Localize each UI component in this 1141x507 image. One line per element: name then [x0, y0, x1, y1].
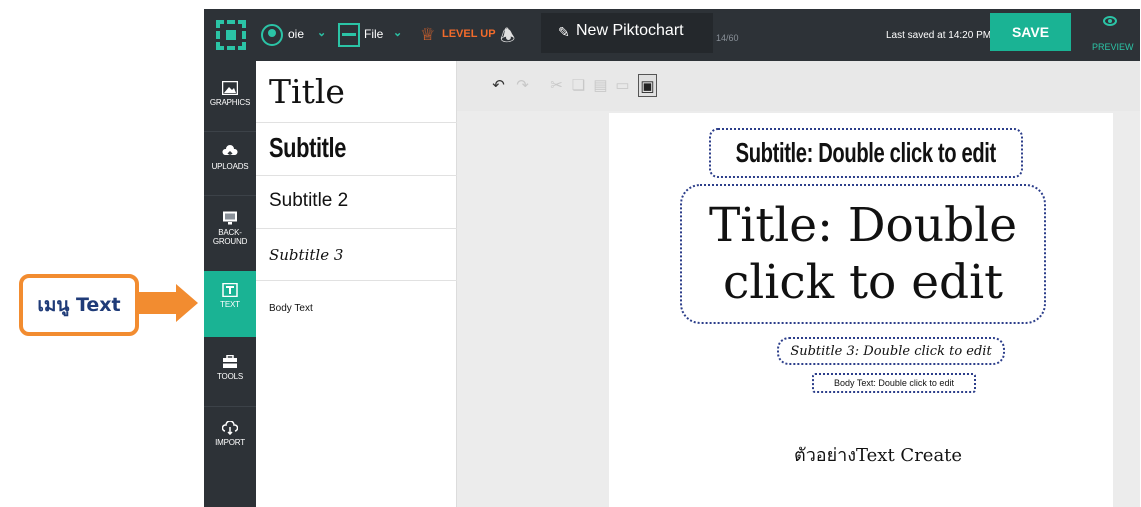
sidebar-item-label: TEXT	[220, 300, 240, 309]
piktochart-editor: oie ⌄ File ⌄ ♕ LEVEL UP 🕭 ✎ New Piktocha…	[204, 9, 1140, 507]
sidebar-divider	[204, 131, 256, 132]
edit-toolbar: ↶ ↷ ✂ ❏ ▤ ▭ ▣	[457, 61, 1140, 111]
logo-icon[interactable]	[216, 20, 246, 50]
sidebar: GRAPHICS UPLOADS BACK- GROUND TEXT TOOLS	[204, 61, 256, 507]
paste-icon[interactable]: ▤	[591, 74, 610, 97]
last-saved-status: Last saved at 14:20 PM	[886, 30, 992, 41]
example-caption: ตัวอย่างText Create	[794, 445, 963, 466]
annotation-arrow-icon	[176, 284, 198, 322]
text-style-body[interactable]: Body Text	[256, 281, 457, 321]
title-text-box[interactable]: Title: Double click to edit	[680, 184, 1046, 324]
copy-icon[interactable]: ❏	[569, 74, 588, 97]
sidebar-item-label: GROUND	[212, 237, 248, 246]
annotation-callout: เมนู Text	[19, 274, 139, 336]
document-title[interactable]: New Piktochart	[576, 22, 684, 40]
sidebar-item-label: BACK-	[218, 228, 242, 237]
text-style-subtitle-2[interactable]: Subtitle 2	[256, 176, 457, 229]
toolbox-icon	[223, 355, 237, 368]
cloud-upload-icon	[222, 145, 238, 158]
save-button[interactable]: SAVE	[990, 13, 1071, 51]
annotation-arrow-shaft	[139, 292, 177, 314]
subtitle-3-text: Subtitle 3: Double click to edit	[790, 343, 992, 359]
preview-button[interactable]: PREVIEW	[1092, 42, 1134, 52]
sidebar-divider	[204, 406, 256, 407]
align-icon[interactable]: ▣	[638, 74, 657, 97]
subtitle-3-text-box[interactable]: Subtitle 3: Double click to edit	[777, 337, 1005, 365]
sidebar-divider	[204, 195, 256, 196]
text-style-subtitle-3[interactable]: Subtitle 3	[256, 229, 457, 281]
user-name[interactable]: oie	[288, 27, 304, 41]
text-style-subtitle-label: Subtitle	[269, 132, 346, 163]
cloud-download-icon	[222, 421, 238, 435]
screenshot: เมนู Text oie ⌄ File ⌄ ♕ LEVEL UP 🕭 ✎ Ne…	[0, 0, 1141, 507]
monitor-icon	[223, 211, 237, 225]
chevron-down-icon[interactable]: ⌄	[393, 26, 402, 39]
body-text-box[interactable]: Body Text: Double click to edit	[812, 373, 976, 393]
subtitle-text-box[interactable]: Subtitle: Double click to edit	[709, 128, 1023, 178]
title-text-line: click to edit	[722, 255, 1004, 310]
sidebar-item-label: IMPORT	[215, 438, 245, 447]
text-style-title[interactable]: Title	[256, 61, 457, 123]
delete-icon[interactable]: ▭	[613, 74, 632, 97]
level-up-link[interactable]: LEVEL UP	[442, 28, 496, 40]
title-text-line: Title: Double	[708, 197, 1018, 253]
redo-icon[interactable]: ↷	[513, 74, 532, 97]
eye-icon[interactable]	[1103, 16, 1117, 26]
top-bar: oie ⌄ File ⌄ ♕ LEVEL UP 🕭 ✎ New Piktocha…	[204, 9, 1140, 61]
bell-icon[interactable]: 🕭	[500, 23, 515, 52]
sidebar-item-import[interactable]: IMPORT	[204, 415, 256, 467]
body-text: Body Text: Double click to edit	[834, 378, 954, 388]
image-icon	[222, 81, 238, 95]
canvas-page[interactable]: Subtitle: Double click to edit Title: Do…	[609, 113, 1113, 507]
sidebar-item-graphics[interactable]: GRAPHICS	[204, 71, 256, 123]
file-icon[interactable]	[338, 23, 360, 47]
cut-icon[interactable]: ✂	[547, 74, 566, 97]
subtitle-text: Subtitle: Double click to edit	[735, 137, 997, 168]
pencil-icon: ✎	[558, 24, 570, 40]
user-icon[interactable]	[261, 24, 283, 46]
title-text: Title: Double click to edit	[709, 197, 1017, 312]
file-menu[interactable]: File	[364, 27, 383, 41]
sidebar-item-text[interactable]: TEXT	[204, 271, 256, 337]
text-style-subtitle[interactable]: Subtitle	[256, 123, 457, 176]
crown-icon[interactable]: ♕	[420, 25, 435, 45]
sidebar-item-background[interactable]: BACK- GROUND	[204, 203, 256, 273]
text-icon	[222, 283, 238, 297]
undo-icon[interactable]: ↶	[489, 74, 508, 97]
sidebar-item-label: GRAPHICS	[209, 98, 251, 107]
title-char-counter: 14/60	[716, 33, 739, 43]
annotation-label: เมนู Text	[37, 294, 121, 316]
chevron-down-icon[interactable]: ⌄	[317, 26, 326, 39]
sidebar-item-label: TOOLS	[217, 372, 243, 381]
sidebar-item-label: UPLOADS	[211, 162, 249, 171]
text-style-panel: Title Subtitle Subtitle 2 Subtitle 3 Bod…	[256, 61, 457, 507]
sidebar-item-uploads[interactable]: UPLOADS	[204, 137, 256, 189]
sidebar-item-tools[interactable]: TOOLS	[204, 347, 256, 399]
